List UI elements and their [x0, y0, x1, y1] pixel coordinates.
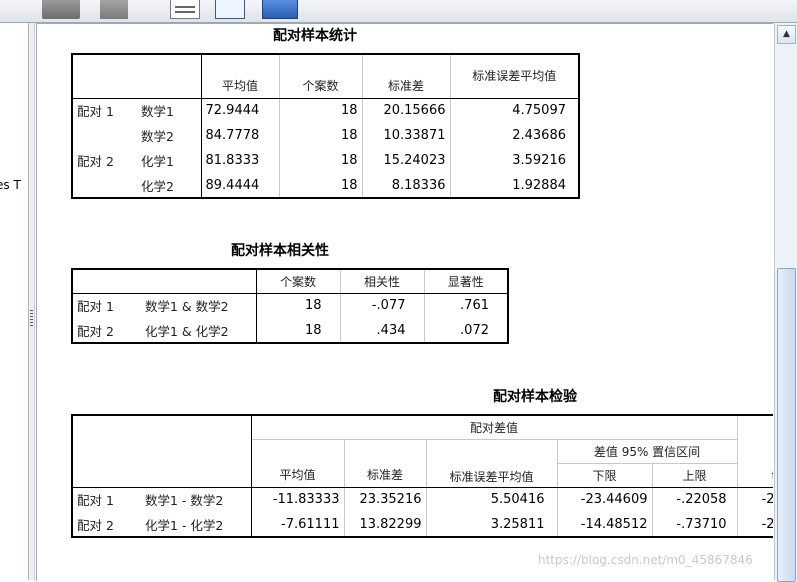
cell-t: -2 — [761, 492, 773, 508]
header-paired-differences: 配对差值 — [251, 415, 738, 440]
cell-se: 3.25811 — [426, 512, 558, 537]
row-var-label: 数学2 — [137, 123, 202, 148]
cell-n: 18 — [256, 293, 341, 318]
cell-t: -2 — [761, 516, 773, 532]
cell-sd: 10.33871 — [362, 123, 451, 148]
table-row: 化学2 89.4444 18 8.18336 1.92884 — [72, 173, 579, 198]
cell-significance: .761 — [460, 298, 489, 314]
cell-n: 18 — [279, 173, 363, 198]
cell-upper: -.73710 — [652, 512, 738, 537]
header-lower: 下限 — [557, 463, 653, 488]
header-n: 个案数 — [279, 54, 363, 99]
table-row: 配对 1 数学1 - 数学2 -11.83333 23.35216 5.5041… — [72, 487, 773, 512]
header-mean: 平均值 — [251, 439, 345, 488]
row-pair-label: 配对 1 — [77, 493, 114, 509]
cell-correlation: .434 — [340, 318, 425, 343]
pane-splitter[interactable] — [29, 23, 35, 580]
table-row: 配对 1 数学1 72.9444 18 20.15666 4.75097 — [72, 98, 579, 123]
paired-correlation-title: 配对样本相关性 — [231, 243, 329, 259]
cell-sd: 8.18336 — [362, 173, 451, 198]
row-var-label: 化学2 — [137, 173, 202, 198]
paired-correlation-table: 个案数 相关性 显著性 配对 1 数学1 & 数学2 18 -.077 .761… — [71, 268, 509, 344]
header-mean: 平均值 — [201, 54, 280, 99]
paired-test-title: 配对样本检验 — [493, 389, 577, 405]
row-var-label: 化学1 & 化学2 — [141, 318, 257, 343]
watermark: https://blog.csdn.net/m0_45867846 — [538, 553, 753, 567]
table-row: 数学2 84.7778 18 10.33871 2.43686 — [72, 123, 579, 148]
cell-mean: 72.9444 — [201, 98, 280, 123]
table-row: 配对 2 化学1 - 化学2 -7.61111 13.82299 3.25811… — [72, 512, 773, 537]
splitter-grip-icon[interactable] — [30, 310, 33, 326]
cell-se: 2.43686 — [512, 128, 566, 143]
outline-pane[interactable]: es T — [0, 23, 29, 580]
cell-sd: 20.15666 — [362, 98, 451, 123]
row-pair-label: 配对 2 — [77, 323, 114, 339]
cell-sd: 13.82299 — [344, 512, 427, 537]
toolbar-button-2-icon[interactable] — [100, 0, 128, 19]
cell-sd: 23.35216 — [344, 487, 427, 512]
row-pair-label — [72, 173, 137, 198]
toolbar-button-1-icon[interactable] — [42, 0, 80, 19]
header-sd: 标准差 — [344, 439, 427, 488]
row-pair-label: 配对 2 — [77, 517, 114, 533]
row-pair-label: 配对 2 — [77, 154, 114, 169]
corner-cell — [72, 269, 257, 294]
header-sd: 标准差 — [362, 54, 451, 99]
toolbar — [0, 0, 797, 23]
output-viewer: 配对样本统计 平均值 个案数 标准差 标准误差平均值 配对 1 数学1 72.9… — [36, 23, 773, 581]
toolbar-screen-icon[interactable] — [262, 0, 298, 19]
header-t: t — [737, 415, 773, 488]
cell-se: 5.50416 — [426, 487, 558, 512]
corner-cell — [72, 415, 252, 488]
table-row: 配对 2 化学1 81.8333 18 15.24023 3.59216 — [72, 148, 579, 173]
table-row: 配对 1 数学1 & 数学2 18 -.077 .761 — [72, 293, 508, 318]
corner-cell — [72, 54, 202, 99]
table-row: 配对 2 化学1 & 化学2 18 .434 .072 — [72, 318, 508, 343]
cell-n: 18 — [256, 318, 341, 343]
cell-se: 1.92884 — [512, 177, 566, 193]
toolbar-document-icon[interactable] — [170, 0, 200, 19]
cell-lower: -14.48512 — [557, 512, 653, 537]
outline-item-label[interactable]: es T — [0, 178, 28, 192]
cell-se: 4.75097 — [512, 103, 566, 119]
paired-test-table: 配对差值 t 平均值 标准差 标准误差平均值 差值 95% 置信区间 下限 上限… — [71, 414, 773, 538]
row-var-label: 化学1 - 化学2 — [141, 512, 252, 537]
cell-mean: 84.7778 — [201, 123, 280, 148]
toolbar-pages-icon[interactable] — [215, 0, 245, 19]
header-significance: 显著性 — [424, 269, 508, 294]
header-upper: 上限 — [652, 463, 738, 488]
header-correlation: 相关性 — [340, 269, 425, 294]
row-var-label: 化学1 — [137, 148, 202, 173]
header-se: 标准误差平均值 — [450, 54, 579, 99]
cell-n: 18 — [279, 98, 363, 123]
cell-mean: 89.4444 — [201, 173, 280, 198]
row-var-label: 数学1 — [137, 98, 202, 123]
cell-mean: -7.61111 — [251, 512, 345, 537]
row-pair-label — [72, 123, 137, 148]
header-n: 个案数 — [256, 269, 341, 294]
cell-lower: -23.44609 — [557, 487, 653, 512]
vertical-scrollbar[interactable]: ▲ — [774, 23, 797, 582]
paired-stats-table: 平均值 个案数 标准差 标准误差平均值 配对 1 数学1 72.9444 18 … — [71, 53, 580, 199]
paired-stats-title: 配对样本统计 — [273, 28, 357, 44]
cell-mean: -11.83333 — [251, 487, 345, 512]
cell-upper: -.22058 — [652, 487, 738, 512]
row-pair-label: 配对 1 — [77, 104, 114, 120]
cell-sd: 15.24023 — [362, 148, 451, 173]
row-var-label: 数学1 & 数学2 — [141, 293, 257, 318]
row-var-label: 数学1 - 数学2 — [141, 487, 252, 512]
header-ci-95: 差值 95% 置信区间 — [557, 439, 738, 464]
cell-mean: 81.8333 — [201, 148, 280, 173]
row-pair-label: 配对 1 — [77, 299, 114, 315]
cell-n: 18 — [279, 148, 363, 173]
cell-n: 18 — [279, 123, 363, 148]
cell-se: 3.59216 — [512, 153, 566, 168]
scroll-up-icon[interactable]: ▲ — [777, 25, 796, 44]
cell-correlation: -.077 — [340, 293, 425, 318]
header-se: 标准误差平均值 — [426, 439, 558, 488]
scroll-thumb[interactable] — [777, 268, 796, 582]
cell-significance: .072 — [460, 322, 489, 338]
